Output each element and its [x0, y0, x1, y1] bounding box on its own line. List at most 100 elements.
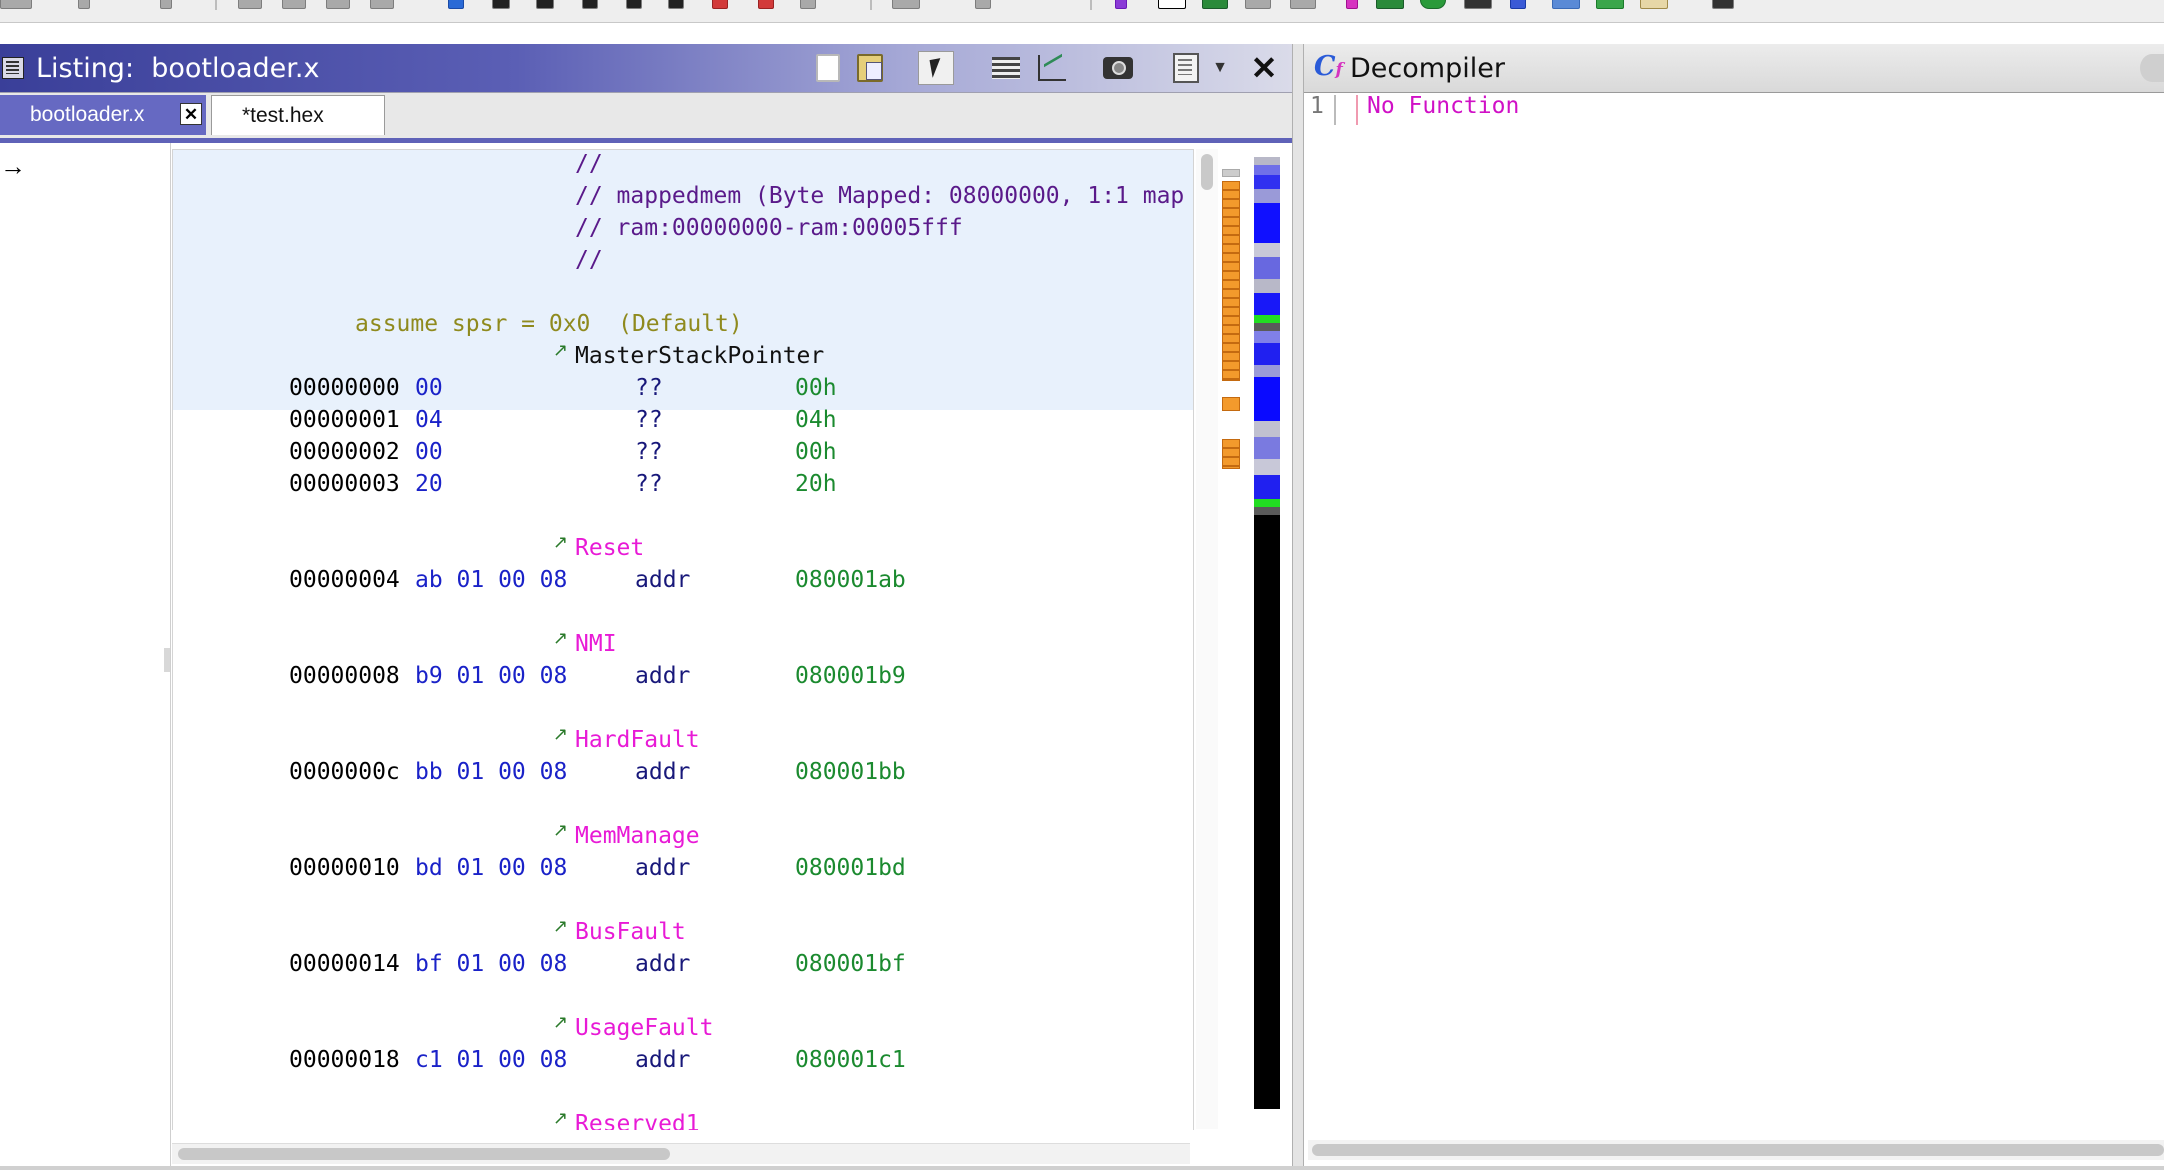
assume-directive[interactable]: assume spsr = 0x0 (Default)	[355, 310, 743, 338]
mnemonic[interactable]: addr	[635, 758, 690, 786]
pane-splitter[interactable]	[1292, 44, 1304, 1170]
bookmark-marker[interactable]	[1222, 397, 1240, 411]
window-menu-dropdown[interactable]: ▼	[1206, 51, 1234, 85]
toolbar-icon[interactable]	[800, 0, 816, 9]
address[interactable]: 00000010	[289, 854, 400, 882]
toolbar-icon[interactable]	[626, 0, 642, 9]
toolbar-icon[interactable]	[78, 0, 90, 9]
bytes[interactable]: 00	[415, 438, 443, 466]
snapshot-button[interactable]	[1100, 51, 1136, 85]
close-window-button[interactable]: ✕	[1246, 50, 1282, 86]
operand[interactable]: 00h	[795, 438, 837, 466]
cursor-toggle-button[interactable]	[918, 51, 954, 85]
toolbar-icon[interactable]	[238, 0, 262, 9]
label-usagefault[interactable]: UsageFault	[575, 1014, 713, 1042]
listing-vertical-scrollbar[interactable]	[1196, 149, 1218, 1129]
mnemonic[interactable]: ??	[635, 438, 663, 466]
listing-titlebar[interactable]: Listing: bootloader.x ▼ ✕	[0, 44, 1292, 93]
scrollbar-thumb[interactable]	[1312, 1144, 2164, 1156]
bookmark-marker[interactable]	[1222, 439, 1240, 469]
toolbar-icon[interactable]	[282, 0, 306, 9]
toolbar-icon[interactable]	[1510, 0, 1526, 9]
operand[interactable]: 04h	[795, 406, 837, 434]
toolbar-icon[interactable]	[448, 0, 464, 9]
toolbar-icon[interactable]	[1245, 0, 1271, 9]
toolbar-icon[interactable]	[370, 0, 394, 9]
marker-margin[interactable]	[1218, 149, 1244, 1129]
tab-close-button[interactable]: ✕	[180, 103, 202, 125]
mnemonic[interactable]: ??	[635, 406, 663, 434]
tab-bootloader[interactable]: bootloader.x ✕	[0, 95, 206, 135]
label-busfault[interactable]: BusFault	[575, 918, 686, 946]
address[interactable]: 00000008	[289, 662, 400, 690]
mnemonic[interactable]: addr	[635, 854, 690, 882]
toolbar-icon[interactable]	[1115, 0, 1127, 9]
toolbar-icon[interactable]	[326, 0, 350, 9]
toolbar-icon[interactable]	[1640, 0, 1668, 9]
bytes[interactable]: 20	[415, 470, 443, 498]
toolbar-icon[interactable]	[536, 0, 554, 9]
label-memmanage[interactable]: MemManage	[575, 822, 700, 850]
operand[interactable]: 080001ab	[795, 566, 906, 594]
address[interactable]: 00000014	[289, 950, 400, 978]
mnemonic[interactable]: addr	[635, 566, 690, 594]
mnemonic[interactable]: ??	[635, 374, 663, 402]
operand[interactable]: 20h	[795, 470, 837, 498]
operand[interactable]: 080001bb	[795, 758, 906, 786]
decompiler-horizontal-scrollbar[interactable]	[1308, 1140, 2164, 1160]
bytes[interactable]: c1 01 00 08	[415, 1046, 567, 1074]
toolbar-icon[interactable]	[1290, 0, 1316, 9]
toolbar-icon[interactable]	[1420, 0, 1446, 9]
bookmark-marker[interactable]	[1222, 169, 1240, 177]
label-hardfault[interactable]: HardFault	[575, 726, 700, 754]
operand[interactable]: 080001b9	[795, 662, 906, 690]
bytes[interactable]: bd 01 00 08	[415, 854, 567, 882]
bytes[interactable]: 04	[415, 406, 443, 434]
toolbar-icon[interactable]	[0, 0, 32, 9]
scrollbar-thumb[interactable]	[1201, 154, 1213, 190]
bytes[interactable]: b9 01 00 08	[415, 662, 567, 690]
bytes[interactable]: 00	[415, 374, 443, 402]
decompiler-body[interactable]: 1 No Function	[1304, 93, 2164, 1170]
address[interactable]: 00000003	[289, 470, 400, 498]
scrollbar-thumb[interactable]	[178, 1148, 670, 1160]
paste-button[interactable]	[852, 51, 888, 85]
diff-button[interactable]	[1034, 51, 1070, 85]
toolbar-icon[interactable]	[1596, 0, 1624, 9]
copy-button[interactable]	[810, 51, 846, 85]
toolbar-icon[interactable]	[1158, 0, 1186, 9]
toolbar-icon[interactable]	[1346, 0, 1358, 9]
toolbar-icon[interactable]	[1376, 0, 1404, 9]
decompiler-output[interactable]: No Function	[1367, 93, 1519, 119]
listing-margin[interactable]: →	[0, 143, 171, 1170]
address[interactable]: 00000002	[289, 438, 400, 466]
toolbar-icon[interactable]	[712, 0, 728, 9]
toolbar-icon[interactable]	[492, 0, 510, 9]
operand[interactable]: 080001bf	[795, 950, 906, 978]
address[interactable]: 00000000	[289, 374, 400, 402]
address[interactable]: 00000001	[289, 406, 400, 434]
toolbar-icon[interactable]	[668, 0, 684, 9]
operand[interactable]: 080001bd	[795, 854, 906, 882]
toolbar-icon[interactable]	[1552, 0, 1580, 9]
address[interactable]: 0000000c	[289, 758, 400, 786]
label-nmi[interactable]: NMI	[575, 630, 617, 658]
address[interactable]: 00000004	[289, 566, 400, 594]
mnemonic[interactable]: addr	[635, 950, 690, 978]
label-master-stack-pointer[interactable]: MasterStackPointer	[575, 342, 824, 370]
operand[interactable]: 080001c1	[795, 1046, 906, 1074]
label-reset[interactable]: Reset	[575, 534, 644, 562]
bookmark-marker[interactable]	[1222, 181, 1240, 381]
listing-code-view[interactable]: // // mappedmem (Byte Mapped: 08000000, …	[172, 149, 1194, 1130]
toolbar-icon[interactable]	[1464, 0, 1492, 9]
toolbar-icon[interactable]	[975, 0, 991, 9]
toolbar-icon[interactable]	[892, 0, 920, 9]
address[interactable]: 00000018	[289, 1046, 400, 1074]
mnemonic[interactable]: addr	[635, 662, 690, 690]
decompiler-titlebar[interactable]: Cf Decompiler	[1304, 44, 2164, 93]
toolbar-icon[interactable]	[582, 0, 598, 9]
operand[interactable]: 00h	[795, 374, 837, 402]
refresh-icon[interactable]	[2140, 54, 2164, 82]
bytes[interactable]: ab 01 00 08	[415, 566, 567, 594]
toolbar-icon[interactable]	[758, 0, 774, 9]
